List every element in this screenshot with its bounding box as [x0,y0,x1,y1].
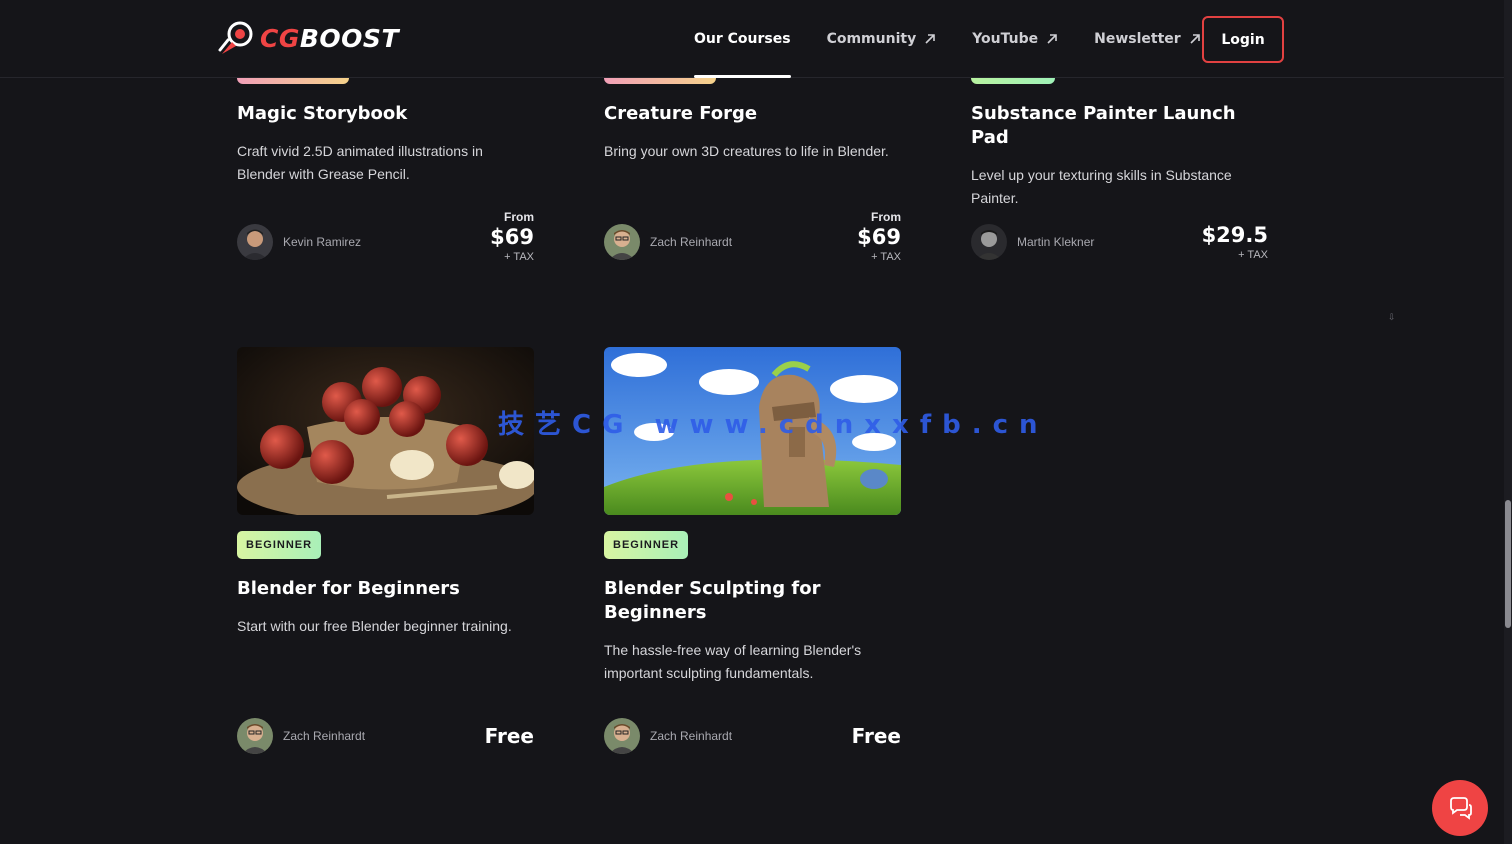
course-description: The hassle-free way of learning Blender'… [604,642,862,681]
main-nav: Our Courses Community YouTube Newsletter [694,0,1237,78]
course-description: Bring your own 3D creatures to life in B… [604,143,889,159]
author-name: Zach Reinhardt [650,729,733,743]
level-badge: BEGINNER [604,531,689,559]
course-price: $69 [490,225,534,249]
price-box: From $69 + TAX [857,210,901,264]
page-scrollbar[interactable] [1504,0,1512,844]
course-author: Martin Klekner [971,222,1094,262]
price-box: From $69 + TAX [490,210,534,264]
scroll-indicator-icon: ⇩ [1388,312,1396,322]
course-title: Magic Storybook [237,103,408,124]
arrow-up-right-icon [925,34,936,44]
avatar [237,224,273,260]
course-footer: Zach Reinhardt Free [604,716,901,772]
login-button[interactable]: Login [1202,16,1284,63]
course-title: Substance Painter Launch Pad [971,103,1236,148]
nav-label: Our Courses [694,31,791,47]
avatar [237,718,273,754]
course-title: Blender Sculpting for Beginners [604,578,821,623]
price-from-label: From [871,210,901,224]
site-header: CGBOOST Our Courses Community YouTube Ne… [0,0,1504,78]
course-author: Kevin Ramirez [237,222,361,262]
nav-newsletter[interactable]: Newsletter [1094,0,1201,78]
course-description: Craft vivid 2.5D animated illustrations … [237,143,483,182]
level-badge: BEGINNER [237,531,322,559]
avatar [604,718,640,754]
course-author: Zach Reinhardt [237,716,365,756]
course-card-blender-sculpting[interactable]: BEGINNER Blender Sculpting for Beginners… [604,347,901,754]
rocket-logo-icon [218,21,253,54]
course-author: Zach Reinhardt [604,716,732,756]
nav-community[interactable]: Community [827,0,937,78]
nav-youtube[interactable]: YouTube [972,0,1058,78]
author-name: Kevin Ramirez [283,235,362,249]
price-tax: + TAX [1238,249,1268,261]
brand-boost: BOOST [299,23,399,53]
avatar [604,224,640,260]
arrow-up-right-icon [1190,34,1200,44]
avatar [971,224,1007,260]
course-price: $29.5 [1201,223,1268,247]
author-name: Zach Reinhardt [650,235,733,249]
course-card-magic-storybook[interactable]: Magic Storybook Craft vivid 2.5D animate… [237,102,534,263]
course-title: Creature Forge [604,103,758,124]
nav-our-courses[interactable]: Our Courses [694,0,791,78]
course-footer: Zach Reinhardt Free [237,716,534,772]
course-author: Zach Reinhardt [604,222,732,262]
course-price: $69 [857,225,901,249]
chat-button[interactable] [1432,780,1488,836]
chat-bubble-icon [1450,797,1472,820]
nav-label: YouTube [972,31,1039,47]
author-name: Zach Reinhardt [283,729,366,743]
brand-name: CGBOOST [260,24,399,53]
course-description: Start with our free Blender beginner tra… [237,618,512,634]
course-card-creature-forge[interactable]: Creature Forge Bring your own 3D creatur… [604,102,901,263]
course-price: Free [484,724,534,748]
nav-label: Newsletter [1094,31,1181,47]
cgboost-logo[interactable]: CGBOOST [218,20,399,56]
price-tax: + TAX [504,251,534,263]
price-tax: + TAX [871,251,901,263]
brand-cg: CG [260,23,300,53]
author-name: Martin Klekner [1017,235,1095,249]
arrow-up-right-icon [1047,34,1057,44]
course-card-substance-painter[interactable]: Substance Painter Launch Pad Level up yo… [971,102,1268,261]
nav-label: Community [826,31,917,47]
course-title: Blender for Beginners [237,578,460,599]
course-footer: Zach Reinhardt From $69 + TAX [604,210,901,278]
price-box: $29.5 + TAX [1202,222,1268,262]
course-footer: Martin Klekner $29.5 + TAX [971,222,1268,278]
course-thumbnail-apples[interactable] [237,347,534,515]
scrollbar-thumb[interactable] [1505,500,1511,628]
course-price: Free [851,724,901,748]
course-card-blender-for-beginners[interactable]: BEGINNER Blender for Beginners Start wit… [237,347,534,754]
watermark-text: 技艺CG www.cdnxxfb.cn [498,410,1049,440]
price-from-label: From [504,210,534,224]
course-description: Level up your texturing skills in Substa… [971,167,1232,206]
course-footer: Kevin Ramirez From $69 + TAX [237,210,534,278]
